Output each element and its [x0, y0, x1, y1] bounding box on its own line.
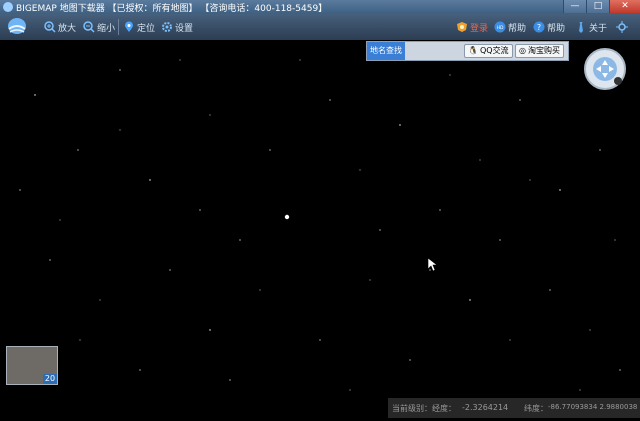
more-icon: [616, 21, 628, 33]
about-tool[interactable]: 关于: [575, 20, 607, 34]
qq-icon: 🐧: [468, 46, 478, 55]
window-controls: — □ ✕: [563, 0, 640, 14]
svg-text:HD: HD: [497, 25, 504, 31]
locate-tool[interactable]: 定位: [123, 20, 155, 34]
longitude-label: 经度：: [432, 404, 456, 413]
app-icon: [3, 2, 13, 12]
hd-label: 帮助: [508, 23, 527, 34]
status-bar: 当前级别： 经度： -2.3264214 纬度： -86.77093834 2.…: [388, 398, 640, 418]
zoom-in-label: 放大: [58, 23, 77, 34]
mouse-cursor-icon: [428, 258, 438, 272]
hd-tool[interactable]: HD 帮助: [494, 20, 526, 34]
minimap-zoom-level: 20: [43, 374, 57, 384]
help-tool[interactable]: ? 帮助: [533, 20, 565, 34]
login-tool[interactable]: 登录: [456, 20, 488, 34]
close-button[interactable]: ✕: [609, 0, 640, 13]
settings-label: 设置: [175, 23, 194, 34]
longitude-value: -2.3264214: [462, 403, 509, 412]
place-search-tab[interactable]: 地名查找: [367, 42, 405, 60]
latitude-label: 纬度：: [524, 404, 548, 413]
starfield: [19, 59, 621, 391]
hd-icon: HD: [494, 21, 506, 33]
help-label: 帮助: [547, 23, 566, 34]
main-toolbar: 放大 缩小 定位 设置 登录 HD 帮助 ? 帮助 关于: [0, 14, 640, 40]
bigemap-logo-icon: [8, 18, 26, 34]
zoom-out-icon: [83, 21, 95, 33]
navigation-compass[interactable]: [583, 47, 627, 91]
map-canvas[interactable]: [0, 40, 640, 418]
about-label: 关于: [589, 23, 608, 34]
qq-label: QQ交流: [479, 46, 509, 55]
taobao-button[interactable]: ◎ 淘宝购买: [515, 44, 564, 58]
settings-tool[interactable]: 设置: [161, 20, 193, 34]
minimize-button[interactable]: —: [563, 0, 586, 13]
locate-label: 定位: [137, 23, 156, 34]
zoom-out-label: 缩小: [97, 23, 116, 34]
title-bar: BIGEMAP 地图下载器 【已授权：所有地图】 【咨询电话：400-118-5…: [0, 0, 640, 14]
svg-text:?: ?: [537, 23, 541, 32]
taobao-icon: ◎: [519, 46, 526, 55]
tie-icon: [579, 22, 583, 33]
qq-button[interactable]: 🐧 QQ交流: [464, 44, 513, 58]
map-tab-bar: 地名查找 🐧 QQ交流 ◎ 淘宝购买: [366, 41, 569, 61]
zoom-in-icon: [44, 21, 56, 33]
login-label: 登录: [470, 23, 489, 34]
location-pin-icon: [125, 21, 133, 32]
maximize-button[interactable]: □: [586, 0, 609, 13]
latitude-value: -86.77093834 2.9880038: [548, 403, 638, 411]
help-icon: ?: [533, 21, 545, 33]
zoom-out-tool[interactable]: 缩小: [83, 20, 115, 34]
gear-icon: [162, 22, 172, 32]
more-tool[interactable]: [616, 20, 628, 34]
window-title: BIGEMAP 地图下载器 【已授权：所有地图】 【咨询电话：400-118-5…: [16, 4, 328, 14]
taobao-label: 淘宝购买: [527, 46, 560, 55]
toolbar-divider: [118, 19, 119, 35]
overview-minimap[interactable]: 20: [6, 346, 58, 385]
zoom-in-tool[interactable]: 放大: [44, 20, 76, 34]
level-label: 当前级别：: [392, 404, 432, 413]
vip-badge-icon: [457, 22, 467, 32]
bright-star: [284, 214, 290, 220]
